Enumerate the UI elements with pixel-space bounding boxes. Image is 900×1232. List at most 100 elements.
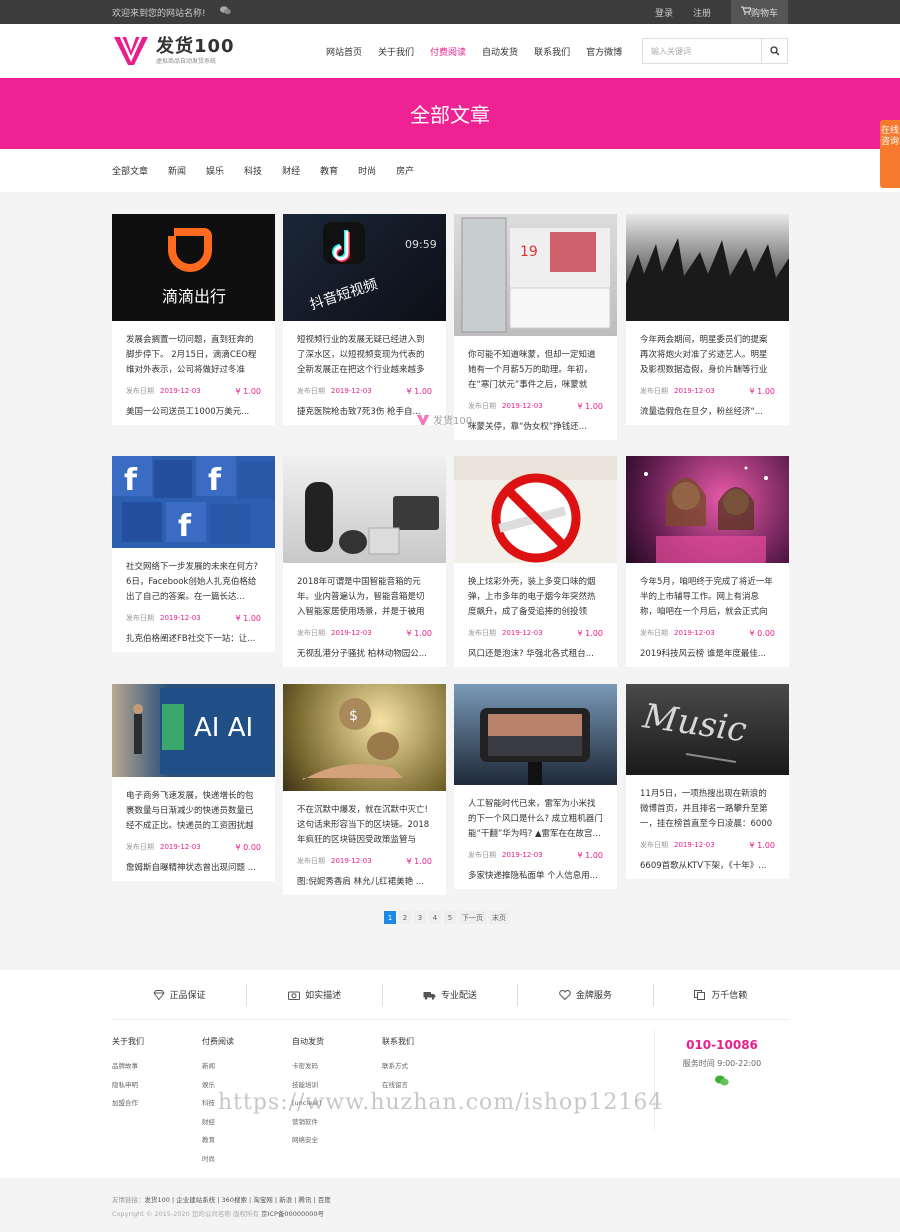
article-card[interactable]: 人工智能时代已来，雷军为小米找的下一个风口是什么? 成立粗机器门能“干翻”华为吗… <box>454 684 617 889</box>
publish-date-label: 发布日期 <box>468 851 496 859</box>
page-banner: 全部文章 <box>0 78 900 149</box>
article-thumbnail[interactable] <box>626 456 789 563</box>
article-thumbnail[interactable] <box>454 456 617 563</box>
page-2[interactable]: 2 <box>399 911 411 924</box>
article-title[interactable]: 流量造假危在旦夕，粉丝经济“... <box>640 405 775 417</box>
category-education[interactable]: 教育 <box>320 164 338 177</box>
page-title: 全部文章 <box>410 103 490 127</box>
article-card[interactable]: 09:59 抖音短视频 短视频行业的发展无疑已经进入到了深水区，以短视频变现为代… <box>283 214 446 425</box>
svg-text:f: f <box>208 463 222 498</box>
publish-date: 2019-12-03 <box>160 843 201 851</box>
page-3[interactable]: 3 <box>414 911 426 924</box>
article-card[interactable]: 19 你可能不知道咪蒙，但却一定知道她有一个月薪5万的助理。年初，在“寒门状元”… <box>454 214 617 440</box>
article-title[interactable]: 图:倪妮秀香肩 林允儿红裙美艳 ... <box>297 875 432 887</box>
article-card[interactable]: 换上炫彩外壳，装上多变口味的烟弹，上市多年的电子烟今年突然热度飙升，成了备受追捧… <box>454 456 617 667</box>
publish-date: 2019-12-03 <box>674 387 715 395</box>
login-link[interactable]: 登录 <box>655 6 673 19</box>
copyright: Copyright © 2015-2020 您的公司名称 版权所有 <box>112 1210 259 1218</box>
cart-button[interactable]: 购物车 <box>730 0 788 24</box>
article-thumbnail[interactable]: f f f <box>112 456 275 548</box>
category-news[interactable]: 新闻 <box>168 164 186 177</box>
pagination: 1 2 3 4 5 下一页 末页 <box>384 911 509 924</box>
publish-date: 2019-12-03 <box>502 851 543 859</box>
category-finance[interactable]: 财经 <box>282 164 300 177</box>
article-price: ¥ 0.00 <box>235 842 261 852</box>
cart-icon <box>740 6 752 18</box>
category-entertainment[interactable]: 娱乐 <box>206 164 224 177</box>
page-1[interactable]: 1 <box>384 911 396 924</box>
watermark-logo: 发货100 <box>416 412 472 427</box>
article-excerpt: 你可能不知道咪蒙，但却一定知道她有一个月薪5万的助理。年初，在“寒门状元”事件之… <box>468 350 596 390</box>
icp-number[interactable]: 京ICP备00000000号 <box>261 1210 324 1218</box>
online-consult-button[interactable]: 在线咨询 <box>880 120 900 188</box>
article-title[interactable]: 咪蒙关停，靠“伪女权”挣钱还... <box>468 420 603 432</box>
article-title[interactable]: 美国一公司送员工1000万美元... <box>126 405 261 417</box>
article-thumbnail[interactable] <box>626 214 789 321</box>
nav-item-about[interactable]: 关于我们 <box>378 45 414 58</box>
publish-date: 2019-12-03 <box>502 629 543 637</box>
category-fashion[interactable]: 时尚 <box>358 164 376 177</box>
article-title[interactable]: 捷克医院枪击致7死3伤 枪手自... <box>297 405 432 417</box>
search-box: 输入关键词 <box>642 38 788 64</box>
friend-links-list[interactable]: 发货100 | 企业建站系统 | 360搜索 | 淘宝网 | 新浪 | 腾讯 |… <box>145 1196 331 1204</box>
category-tech[interactable]: 科技 <box>244 164 262 177</box>
article-card[interactable]: $ 不在沉默中爆发，就在沉默中灭亡! 这句话来形容当下的区块链。2018年疯狂的… <box>283 684 446 895</box>
article-thumbnail[interactable] <box>454 684 617 785</box>
article-thumbnail[interactable]: 09:59 抖音短视频 <box>283 214 446 321</box>
article-price: ¥ 1.00 <box>235 613 261 623</box>
last-page-button[interactable]: 末页 <box>489 911 509 924</box>
article-thumbnail[interactable]: 19 <box>454 214 617 336</box>
logo-text: 发货100 <box>156 35 235 57</box>
wechat-icon[interactable] <box>655 1075 789 1089</box>
truck-icon <box>423 991 436 1000</box>
search-input[interactable]: 输入关键词 <box>643 39 761 63</box>
category-bar: 全部文章 新闻 娱乐 科技 财经 教育 时尚 房产 <box>0 149 900 192</box>
svg-text:AI AI: AI AI <box>194 713 253 743</box>
article-card[interactable]: 滴滴出行 发展会搁置一切问题，直到狂奔的脚步停下。 2月15日，滴滴CEO程维对… <box>112 214 275 425</box>
article-title[interactable]: 2019科技风云榜 谁是年度最佳... <box>640 647 775 659</box>
nav-item-weibo[interactable]: 官方微博 <box>586 45 622 58</box>
article-card[interactable]: Music 11月5日，一项热搜出现在新浪的微博首页，并且排名一路攀升至第一，挂… <box>626 684 789 879</box>
register-link[interactable]: 注册 <box>693 6 711 19</box>
publish-date: 2019-12-03 <box>674 629 715 637</box>
nav-item-home[interactable]: 网站首页 <box>326 45 362 58</box>
article-title[interactable]: 扎克伯格阐述FB社交下一站：让... <box>126 632 261 644</box>
category-realestate[interactable]: 房产 <box>396 164 414 177</box>
article-thumbnail[interactable]: 滴滴出行 <box>112 214 275 321</box>
search-button[interactable] <box>761 39 787 63</box>
nav-item-contact[interactable]: 联系我们 <box>534 45 570 58</box>
publish-date: 2019-12-03 <box>331 387 372 395</box>
article-price: ¥ 1.00 <box>406 856 432 866</box>
article-title[interactable]: 风口还是泡沫? 华强北各式租台... <box>468 647 603 659</box>
svg-text:19: 19 <box>520 244 538 260</box>
article-card[interactable]: 2018年可谓是中国智能音箱的元年。业内普遍认为，智能音箱是切入智能家居使用场景… <box>283 456 446 667</box>
page-5[interactable]: 5 <box>444 911 456 924</box>
article-title[interactable]: 多家快递推隐私面单 个人信息用... <box>468 869 603 881</box>
article-card[interactable]: 今年两会期间，明星委员们的提案再次将炮火对准了劣迹艺人。明星及影视数据造假，身价… <box>626 214 789 425</box>
article-card[interactable]: AI AI 电子商务飞速发展，快递增长的包裹数量与日渐减少的快递员数量已经不成正… <box>112 684 275 881</box>
page-4[interactable]: 4 <box>429 911 441 924</box>
article-thumbnail[interactable]: AI AI <box>112 684 275 777</box>
article-price: ¥ 1.00 <box>749 840 775 850</box>
publish-date-label: 发布日期 <box>297 857 325 865</box>
article-title[interactable]: 无视乱港分子骚扰 柏林动物园公... <box>297 647 432 659</box>
article-thumbnail[interactable] <box>283 456 446 563</box>
article-excerpt: 今年两会期间，明星委员们的提案再次将炮火对准了劣迹艺人。明星及影视数据造假，身价… <box>640 335 768 375</box>
publish-date-label: 发布日期 <box>126 387 154 395</box>
article-card[interactable]: f f f 社交网络下一步发展的未来在何方? 6日，Facebook创始人扎克伯… <box>112 456 275 652</box>
article-thumbnail[interactable]: Music <box>626 684 789 775</box>
article-thumbnail[interactable]: $ <box>283 684 446 791</box>
site-logo[interactable]: 发货100 虚拟商品自动发货系统 <box>112 35 322 67</box>
publish-date-label: 发布日期 <box>126 843 154 851</box>
next-page-button[interactable]: 下一页 <box>459 911 486 924</box>
nav-item-paid-reading[interactable]: 付费阅读 <box>430 45 466 58</box>
diamond-icon <box>153 989 165 1000</box>
article-title[interactable]: 詹姆斯自曝精神状态曾出现问题 ... <box>126 861 261 873</box>
logo-mark-icon <box>114 36 148 65</box>
category-all[interactable]: 全部文章 <box>112 164 148 177</box>
article-card[interactable]: 今年5月，咱吧终于完成了将近一年半的上市辅导工作。网上有消息称，咱吧在一个月后，… <box>626 456 789 667</box>
wechat-icon[interactable] <box>219 6 231 18</box>
nav-item-auto-delivery[interactable]: 自动发货 <box>482 45 518 58</box>
guarantee-bar: 正品保证 如实描述 专业配送 金牌服务 万千信赖 <box>112 970 788 1020</box>
article-title[interactable]: 6609首歌从KTV下架，《十年》... <box>640 859 775 871</box>
